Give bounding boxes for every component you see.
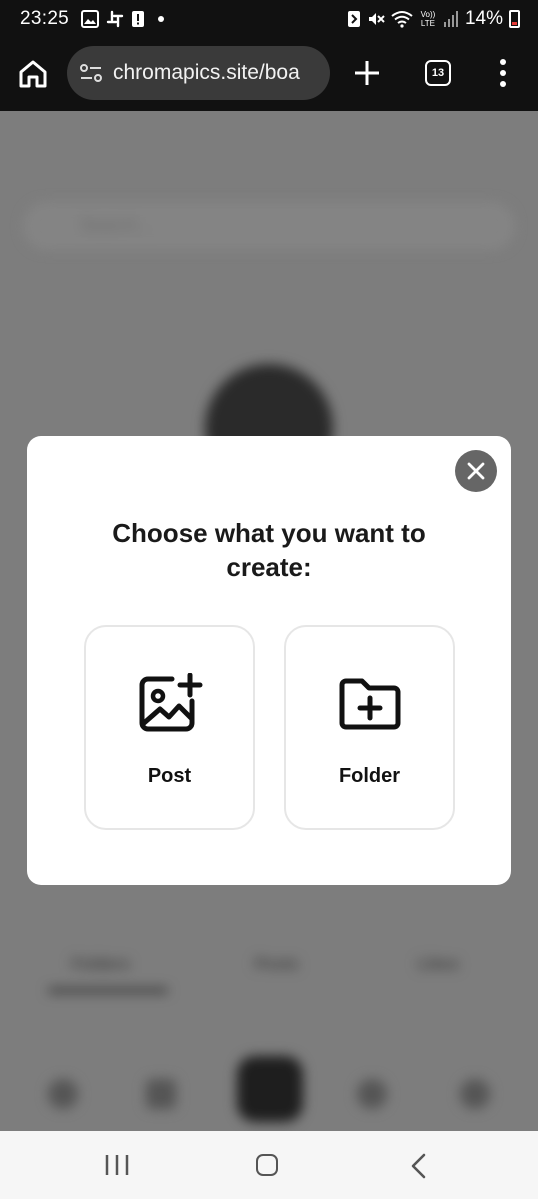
folder-label: Folder (338, 765, 401, 787)
battery-percent: 14% (464, 8, 503, 29)
mute-icon (368, 13, 385, 25)
back-icon[interactable] (409, 1153, 427, 1179)
status-right-icons: Vo)) LTE 14% (347, 8, 520, 30)
nav-bell-icon (357, 1079, 387, 1109)
wifi-icon (391, 11, 413, 28)
tab-switcher-button[interactable]: 13 (425, 60, 451, 86)
tab-count: 13 (431, 67, 445, 79)
more-menu-icon[interactable] (496, 58, 510, 88)
tab-likes: Likes (418, 956, 459, 973)
address-bar[interactable]: chromapics.site/boa (67, 46, 330, 100)
nfc-icon (347, 11, 360, 27)
image-icon (81, 10, 100, 28)
slack-icon (106, 10, 124, 28)
tab-posts: Posts (255, 956, 299, 973)
site-settings-icon[interactable] (79, 62, 103, 84)
status-bar: 23:25 Vo)) LTE 14% (0, 0, 538, 38)
url-text: chromapics.site/boa (113, 61, 300, 84)
add-image-icon (139, 673, 203, 732)
nav-create-button (237, 1056, 303, 1122)
system-nav-bar (0, 1131, 538, 1199)
add-folder-icon (339, 678, 401, 730)
bottom-nav (0, 1051, 538, 1131)
create-post-option[interactable]: Post (84, 625, 255, 830)
create-folder-option[interactable]: Folder (284, 625, 455, 830)
create-modal: Choose what you want to create: Post Fol… (27, 436, 511, 885)
home-button[interactable] (256, 1154, 278, 1176)
tab-folders: Folders (72, 956, 130, 973)
new-tab-icon[interactable] (352, 58, 382, 88)
battery-icon (509, 10, 520, 28)
status-left-icons (81, 10, 165, 28)
active-tab-underline (48, 988, 168, 993)
home-icon[interactable] (17, 58, 49, 90)
modal-title: Choose what you want to create: (112, 518, 426, 582)
alert-icon (132, 11, 145, 27)
nav-profile-icon (460, 1079, 490, 1109)
post-label: Post (147, 765, 192, 787)
notification-dot (158, 16, 165, 22)
search-placeholder: Search... (80, 215, 153, 235)
status-time: 23:25 (20, 8, 70, 29)
close-button[interactable] (455, 450, 497, 492)
recents-icon[interactable] (104, 1154, 130, 1176)
nav-grid-icon (146, 1079, 176, 1109)
browser-toolbar: chromapics.site/boa 13 (0, 38, 538, 111)
nav-home-icon (48, 1079, 78, 1109)
close-icon (467, 462, 485, 480)
lte-icon: Vo)) LTE (420, 10, 436, 28)
signal-icon (443, 11, 458, 27)
